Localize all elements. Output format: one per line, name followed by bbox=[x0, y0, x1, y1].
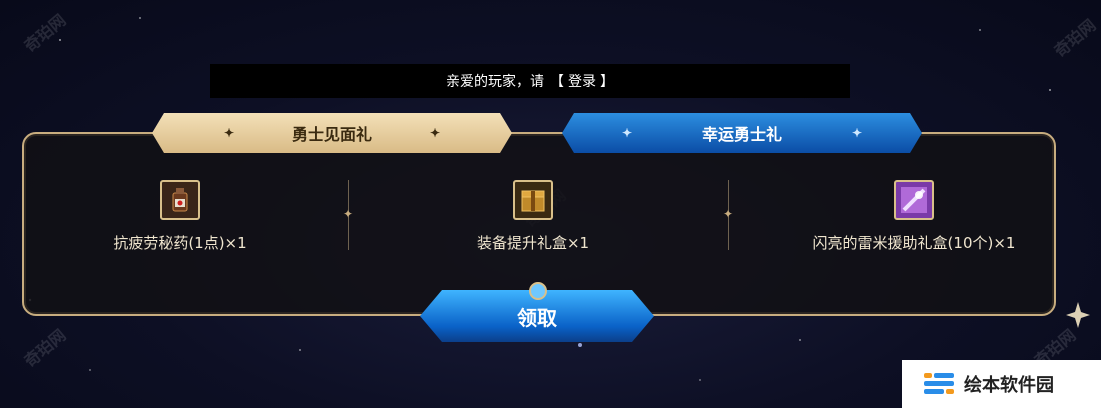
gem-ornament-icon bbox=[529, 282, 547, 300]
reward-item: 闪亮的雷米援助礼盒(10个)×1 bbox=[744, 180, 1084, 253]
sparkle-icon: ✦ bbox=[851, 126, 862, 140]
claim-button-label: 领取 bbox=[517, 305, 557, 330]
login-greeting: 亲爱的玩家，请 bbox=[446, 74, 544, 90]
diamond-ornament-icon: ✦ bbox=[723, 207, 734, 221]
tab-warrior-greeting-gift[interactable]: ✦ 勇士见面礼 ✦ bbox=[152, 113, 512, 153]
login-link[interactable]: 登录 bbox=[568, 71, 596, 91]
gift-box-icon bbox=[894, 180, 934, 220]
tab-label: 勇士见面礼 bbox=[291, 125, 372, 144]
sparkle-icon: ✦ bbox=[224, 126, 235, 140]
login-prompt-bar: 亲爱的玩家，请 【 登录 】 bbox=[210, 64, 850, 98]
reward-item: 抗疲劳秘药(1点)×1 bbox=[80, 180, 280, 253]
tab-label: 幸运勇士礼 bbox=[701, 125, 782, 144]
reward-label: 抗疲劳秘药(1点)×1 bbox=[113, 234, 247, 252]
diamond-ornament-icon: ✦ bbox=[343, 207, 354, 221]
tab-lucky-warrior-gift[interactable]: ✦ 幸运勇士礼 ✦ bbox=[562, 113, 922, 153]
watermark-text: 奇珀网 bbox=[20, 325, 70, 371]
site-logo-icon bbox=[924, 373, 954, 394]
reward-item: 装备提升礼盒×1 bbox=[433, 180, 633, 253]
watermark-text: 奇珀网 bbox=[20, 10, 70, 56]
login-bracket-open: 【 bbox=[550, 74, 564, 90]
site-badge: 绘本软件园 bbox=[902, 360, 1101, 408]
reward-label: 装备提升礼盒×1 bbox=[476, 234, 590, 252]
sparkle-icon: ✦ bbox=[429, 126, 440, 140]
sparkle-icon: ✦ bbox=[622, 126, 633, 140]
reward-label: 闪亮的雷米援助礼盒(10个)×1 bbox=[812, 234, 1016, 252]
login-bracket-close: 】 bbox=[600, 74, 614, 90]
site-name: 绘本软件园 bbox=[964, 375, 1054, 396]
equipment-box-icon bbox=[513, 180, 553, 220]
potion-icon bbox=[160, 180, 200, 220]
watermark-text: 奇珀网 bbox=[1050, 15, 1100, 61]
